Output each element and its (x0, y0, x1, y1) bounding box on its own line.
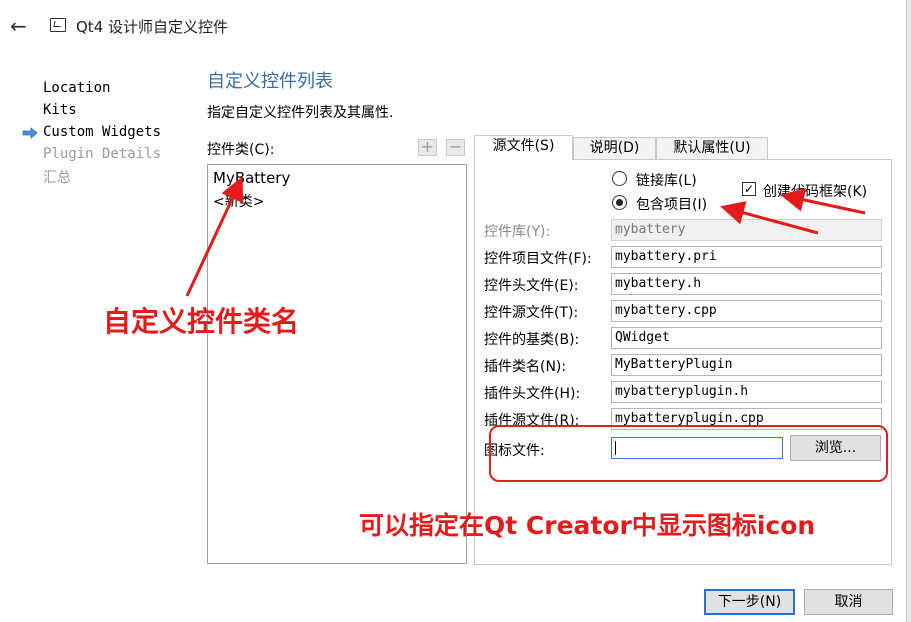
link-library-radio[interactable] (612, 171, 627, 186)
class-list[interactable]: MyBattery <新类> (207, 164, 467, 564)
nav-item-summary: 汇总 (43, 170, 71, 186)
widget-header-file-label: 控件头文件(E): (484, 278, 579, 294)
title-bar: ← Qt4 设计师自定义控件 (0, 0, 911, 54)
page-subtitle: 指定自定义控件列表及其属性. (207, 105, 394, 121)
current-step-arrow-icon (22, 127, 38, 139)
page-title: 自定义控件列表 (207, 71, 333, 92)
widget-base-class-field[interactable]: QWidget (611, 327, 882, 349)
class-name-annotation: 自定义控件类名 (103, 305, 300, 338)
class-list-label: 控件类(C): (207, 142, 275, 158)
widget-source-file-field[interactable]: mybattery.cpp (611, 300, 882, 322)
window-edge (906, 0, 911, 622)
widget-source-file-label: 控件源文件(T): (484, 305, 579, 321)
nav-item-custom-widgets: Custom Widgets (43, 124, 162, 140)
icon-annotation: 可以指定在Qt Creator中显示图标icon (359, 511, 816, 540)
tab-source-files[interactable]: 源文件(S) (474, 135, 573, 160)
class-list-item[interactable]: <新类> (213, 191, 264, 211)
plugin-header-file-label: 插件头文件(H): (484, 386, 581, 402)
widget-base-class-label: 控件的基类(B): (484, 332, 580, 348)
include-project-label: 包含项目(I) (636, 197, 708, 213)
include-project-radio[interactable] (612, 195, 627, 210)
plugin-class-name-label: 插件类名(N): (484, 359, 567, 375)
back-arrow-icon[interactable]: ← (10, 14, 34, 38)
plugin-class-name-field[interactable]: MyBatteryPlugin (611, 354, 882, 376)
tab-default-properties[interactable]: 默认属性(U) (656, 137, 768, 159)
add-class-button[interactable]: + (418, 139, 437, 156)
widget-library-field: mybattery (611, 219, 882, 241)
create-skeleton-label: 创建代码框架(K) (763, 184, 868, 200)
nav-item-plugin-details: Plugin Details (43, 146, 162, 162)
cancel-button[interactable]: 取消 (804, 589, 893, 615)
window-title: Qt4 设计师自定义控件 (76, 18, 229, 36)
app-window-icon (50, 18, 66, 32)
next-button[interactable]: 下一步(N) (704, 589, 795, 615)
remove-class-button[interactable]: − (446, 139, 465, 156)
widget-library-label: 控件库(Y): (484, 224, 551, 240)
tab-description[interactable]: 说明(D) (573, 137, 656, 159)
nav-item-kits: Kits (43, 102, 77, 118)
link-library-label: 链接库(L) (636, 173, 697, 189)
widget-header-file-field[interactable]: mybattery.h (611, 273, 882, 295)
create-skeleton-checkbox[interactable]: ✓ (742, 182, 756, 196)
plugin-header-file-field[interactable]: mybatteryplugin.h (611, 381, 882, 403)
class-list-item[interactable]: MyBattery (213, 169, 290, 187)
icon-row-highlight (489, 425, 888, 482)
widget-project-file-label: 控件项目文件(F): (484, 251, 592, 267)
nav-item-location: Location (43, 80, 111, 96)
widget-project-file-field[interactable]: mybattery.pri (611, 246, 882, 268)
